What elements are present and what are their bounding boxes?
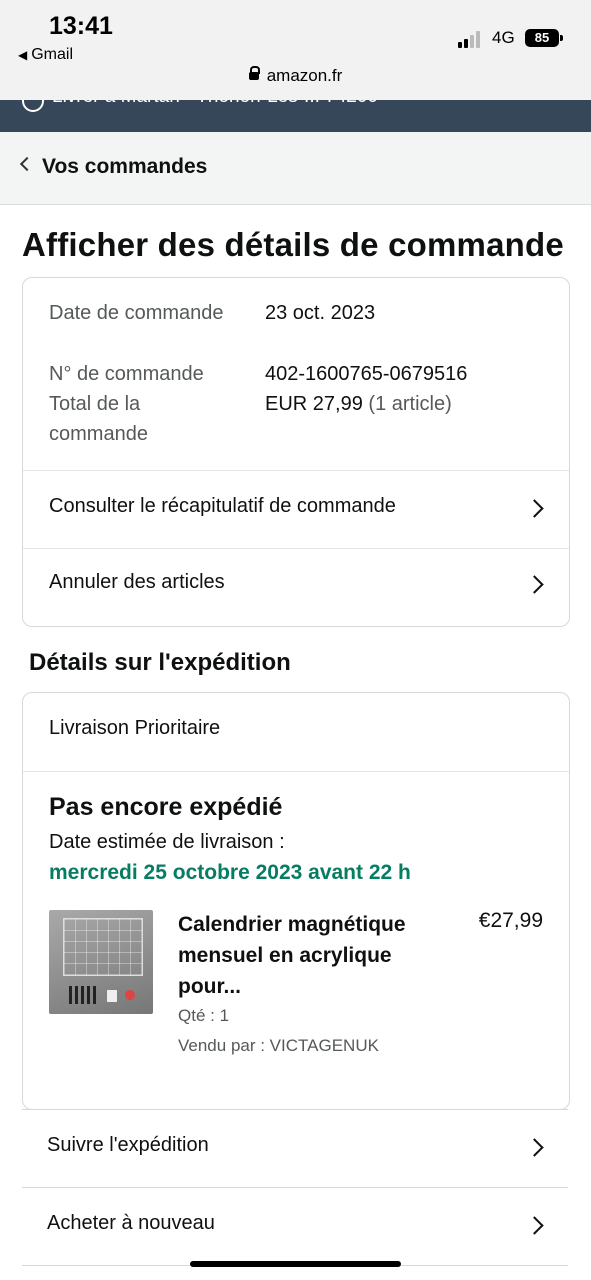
battery-icon: 85 — [525, 29, 559, 47]
calendar-grid-image — [63, 918, 143, 976]
order-total-value: EUR 27,99 — [265, 393, 363, 415]
chevron-right-icon — [525, 499, 544, 518]
shipment-card: Livraison Prioritaire Pas encore expédié… — [22, 692, 570, 1110]
address-bar[interactable]: amazon.fr — [0, 66, 591, 86]
shipment-status: Pas encore expédié — [49, 793, 283, 821]
delivery-location-bar[interactable]: Livrer à Martan - Thonon-Les-... 74200 — [0, 100, 591, 132]
clock: 13:41 — [49, 12, 113, 40]
order-summary-label: Consulter le récapitulatif de commande — [49, 495, 396, 517]
order-date-value: 23 oct. 2023 — [265, 302, 376, 324]
product-thumbnail[interactable] — [49, 910, 153, 1014]
estimated-delivery-label: Date estimée de livraison : — [49, 831, 285, 853]
order-item-count: (1 article) — [368, 393, 452, 415]
back-to-app-link[interactable]: ◀ Gmail — [18, 46, 73, 64]
order-date-label: Date de commande — [49, 302, 224, 324]
chevron-right-icon — [525, 1216, 544, 1235]
track-shipment-label: Suivre l'expédition — [47, 1134, 209, 1156]
home-indicator[interactable] — [190, 1261, 401, 1267]
chevron-right-icon — [525, 575, 544, 594]
order-info-card: Date de commande 23 oct. 2023 N° de comm… — [22, 277, 570, 627]
markers-image — [69, 986, 99, 1004]
buy-again-label: Acheter à nouveau — [47, 1212, 215, 1234]
order-number-value: 402-1600765-0679516 — [265, 363, 468, 385]
track-shipment-row[interactable]: Suivre l'expédition — [22, 1109, 568, 1187]
url-text: amazon.fr — [266, 66, 343, 85]
page-title: Afficher des détails de commande — [22, 226, 564, 263]
shipment-section-title: Détails sur l'expédition — [29, 649, 291, 676]
network-type: 4G — [492, 28, 515, 47]
product-quantity: Qté : 1 — [178, 1006, 230, 1025]
chevron-left-icon[interactable] — [19, 156, 35, 172]
cancel-items-row[interactable]: Annuler des articles — [23, 549, 569, 626]
product-title-link[interactable]: Calendrier magnétique mensuel en acryliq… — [178, 909, 418, 1002]
back-app-label: Gmail — [31, 46, 74, 63]
order-total-label: Total de la commande — [49, 393, 148, 445]
chevron-right-icon — [525, 1138, 544, 1157]
orders-nav-bar: Vos commandes — [0, 132, 591, 205]
magnet-image — [125, 990, 135, 1000]
back-triangle-icon: ◀ — [18, 48, 28, 62]
cancel-items-label: Annuler des articles — [49, 571, 225, 593]
back-to-orders-link[interactable]: Vos commandes — [42, 155, 207, 179]
lock-icon — [248, 66, 260, 80]
product-price: €27,99 — [478, 909, 543, 932]
status-bar: 13:41 ◀ Gmail 4G 85 amazon.fr — [0, 0, 591, 100]
eraser-image — [107, 990, 117, 1002]
buy-again-row[interactable]: Acheter à nouveau — [22, 1187, 568, 1266]
product-seller: Vendu par : VICTAGENUK — [178, 1036, 379, 1055]
battery-nub — [560, 35, 563, 41]
order-summary-row[interactable]: Consulter le récapitulatif de commande — [23, 471, 569, 548]
order-total: EUR 27,99 (1 article) — [265, 389, 452, 419]
delivery-type: Livraison Prioritaire — [49, 717, 221, 739]
estimated-delivery-date: mercredi 25 octobre 2023 avant 22 h — [49, 861, 411, 884]
delivery-location-text: Livrer à Martan - Thonon-Les-... 74200 — [52, 100, 378, 108]
order-number-label: N° de commande — [49, 363, 204, 385]
location-pin-icon — [17, 100, 49, 117]
signal-icon — [458, 30, 484, 48]
divider — [23, 771, 569, 772]
